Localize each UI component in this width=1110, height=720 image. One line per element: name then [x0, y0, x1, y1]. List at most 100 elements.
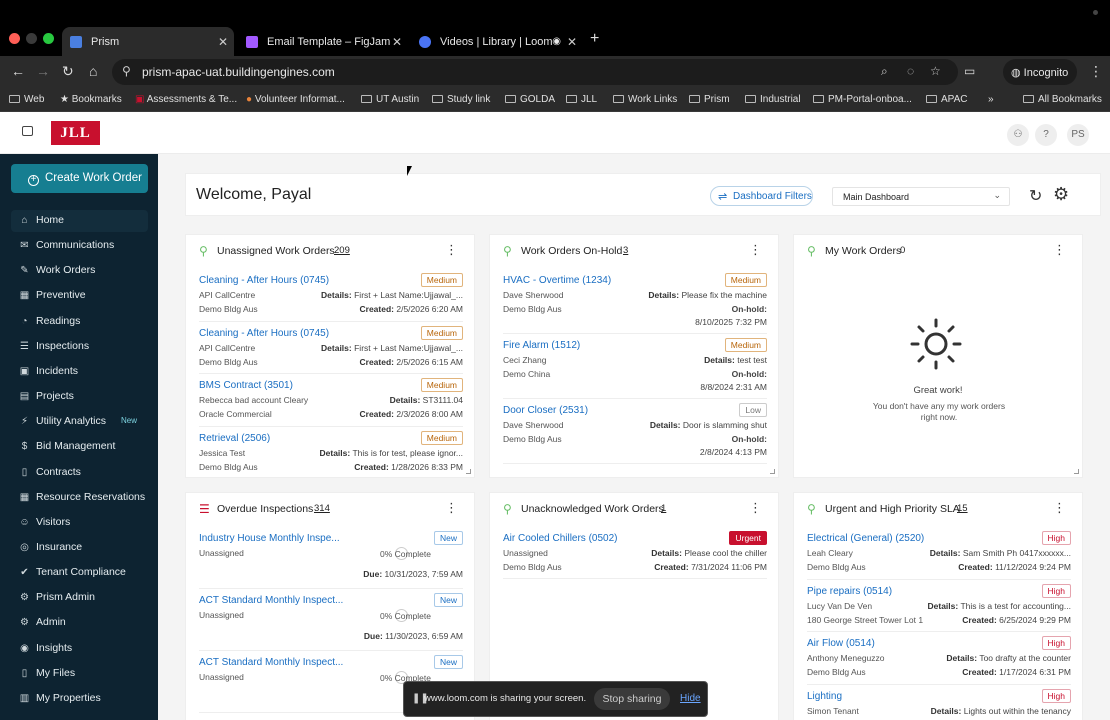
bookmark-jll[interactable]: JLL: [566, 94, 597, 105]
table-row[interactable]: HVAC - Overtime (1234) Medium Dave Sherwoo…: [503, 273, 767, 334]
close-tab-icon[interactable]: ✕: [567, 35, 577, 49]
card-menu-icon[interactable]: ⋮: [749, 242, 762, 258]
sidebar-item-resource-reservations[interactable]: ▦ Resource Reservations: [11, 487, 148, 509]
hide-button[interactable]: Hide: [680, 693, 701, 704]
sidebar-item-contracts[interactable]: ▯ Contracts: [11, 462, 148, 484]
bookmark-pm-portal[interactable]: PM-Portal-onboa...: [813, 94, 912, 105]
sidebar-item-insurance[interactable]: ◎ Insurance: [11, 537, 148, 559]
browser-menu-icon[interactable]: ⋮: [1089, 63, 1103, 80]
bookmark-assessments[interactable]: ▣ Assessments & Te...: [135, 94, 237, 105]
bookmark-work-links[interactable]: Work Links: [613, 94, 677, 105]
work-order-link[interactable]: ACT Standard Monthly Inspect...: [199, 657, 343, 668]
table-row[interactable]: Door Closer (2531) Low Dave Sherwood Demo B…: [503, 403, 767, 464]
work-order-link[interactable]: Industry House Monthly Inspe...: [199, 533, 340, 544]
bookmark-ut-austin[interactable]: UT Austin: [361, 94, 419, 105]
work-order-link[interactable]: Air Cooled Chillers (0502): [503, 533, 618, 544]
table-row[interactable]: ACT Standard Monthly Inspect... New Unassi…: [199, 593, 463, 651]
minimize-window-button[interactable]: [26, 33, 37, 44]
table-row[interactable]: Cleaning - After Hours (0745) Medium API C…: [199, 273, 463, 322]
work-order-link[interactable]: Electrical (General) (2520): [807, 533, 924, 544]
sidebar-item-bid-management[interactable]: $ Bid Management: [11, 436, 148, 458]
sidebar-item-home[interactable]: ⌂ Home: [11, 210, 148, 232]
sidebar-item-my-properties[interactable]: ▥ My Properties: [11, 688, 148, 710]
home-button[interactable]: ⌂: [89, 63, 97, 79]
work-order-link[interactable]: ACT Standard Monthly Inspect...: [199, 595, 343, 606]
card-count[interactable]: 1: [661, 503, 666, 514]
sidebar-item-admin[interactable]: ⚙ Admin: [11, 612, 148, 634]
sidebar-item-utility-analytics[interactable]: ⚡ Utility Analytics New: [11, 411, 148, 433]
sidebar-item-preventive[interactable]: ▦ Preventive: [11, 285, 148, 307]
sidebar-item-prism-admin[interactable]: ⚙ Prism Admin: [11, 587, 148, 609]
table-row[interactable]: Electrical (General) (2520) High Leah Clea…: [807, 531, 1071, 580]
maximize-window-button[interactable]: [43, 33, 54, 44]
work-order-link[interactable]: BMS Contract (3501): [199, 380, 293, 391]
cast-icon[interactable]: ▭: [964, 63, 975, 79]
settings-gear-icon[interactable]: ⚙: [1053, 184, 1069, 205]
table-row[interactable]: Air Flow (0514) High Anthony Meneguzzo Demo…: [807, 636, 1071, 685]
forward-button[interactable]: →: [36, 63, 50, 79]
close-window-button[interactable]: [9, 33, 20, 44]
card-count[interactable]: 3: [623, 245, 628, 256]
team-icon[interactable]: ⚇: [1007, 124, 1029, 146]
sidebar-item-tenant-compliance[interactable]: ✔ Tenant Compliance: [11, 562, 148, 584]
work-order-link[interactable]: Retrieval (2506): [199, 433, 270, 444]
bookmark-volunteer[interactable]: ● Volunteer Informat...: [246, 94, 345, 105]
resize-handle[interactable]: [466, 469, 471, 474]
table-row[interactable]: Industry House Monthly Inspe... New Unassi…: [199, 531, 463, 589]
sidebar-item-insights[interactable]: ◉ Insights: [11, 638, 148, 660]
card-menu-icon[interactable]: ⋮: [749, 500, 762, 516]
eye-off-icon[interactable]: ◌: [907, 64, 914, 78]
work-order-link[interactable]: HVAC - Overtime (1234): [503, 275, 611, 286]
table-row[interactable]: Retrieval (2506) Medium Jessica Test Demo B…: [199, 430, 463, 478]
sidebar-item-projects[interactable]: ▤ Projects: [11, 386, 148, 408]
work-order-link[interactable]: Air Flow (0514): [807, 638, 875, 649]
table-row[interactable]: Air Cooled Chillers (0502) Urgent Unassign…: [503, 531, 767, 579]
sidebar-item-incidents[interactable]: ▣ Incidents: [11, 361, 148, 383]
work-order-link[interactable]: Cleaning - After Hours (0745): [199, 275, 329, 286]
sidebar-toggle-icon[interactable]: [22, 126, 33, 136]
table-row[interactable]: BMS Contract (3501) Medium Rebecca bad acc…: [199, 378, 463, 427]
sidebar-item-visitors[interactable]: ☺ Visitors: [11, 512, 148, 534]
new-tab-button[interactable]: +: [590, 30, 599, 48]
table-row[interactable]: Cleaning - After Hours (0745) Medium API C…: [199, 325, 463, 374]
table-row[interactable]: Pipe repairs (0514) High Lucy Van De Ven 18…: [807, 583, 1071, 632]
create-work-order-button[interactable]: + Create Work Order: [11, 164, 148, 193]
work-order-link[interactable]: Door Closer (2531): [503, 405, 588, 416]
incognito-indicator[interactable]: ◍ Incognito: [1003, 59, 1077, 85]
stop-sharing-button[interactable]: Stop sharing: [594, 688, 670, 710]
sidebar-item-inspections[interactable]: ☰ Inspections: [11, 336, 148, 358]
sidebar-item-readings[interactable]: ◔ Readings: [11, 311, 148, 333]
reload-button[interactable]: ↻: [62, 63, 74, 79]
table-row[interactable]: Lighting High Simon Tenant Details: Lights …: [807, 688, 1071, 720]
tab-prism[interactable]: Prism ✕: [62, 27, 234, 56]
tab-figjam[interactable]: Email Template – FigJam ✕: [240, 27, 408, 56]
avatar[interactable]: PS: [1067, 124, 1089, 146]
card-menu-icon[interactable]: ⋮: [445, 242, 458, 258]
bookmark-bookmarks[interactable]: ★ Bookmarks: [60, 94, 122, 105]
refresh-icon[interactable]: ↻: [1029, 186, 1042, 206]
bookmark-web[interactable]: Web: [9, 94, 44, 105]
card-menu-icon[interactable]: ⋮: [445, 500, 458, 516]
resize-handle[interactable]: [770, 469, 775, 474]
address-bar[interactable]: ⚲ prism-apac-uat.buildingengines.com ⌕ ◌…: [112, 59, 958, 85]
sidebar-item-my-files[interactable]: ▯ My Files: [11, 663, 148, 685]
bookmark-apac[interactable]: APAC: [926, 94, 968, 105]
card-count[interactable]: 209: [334, 245, 350, 256]
site-info-icon[interactable]: ⚲: [122, 64, 131, 78]
table-row[interactable]: Fire Alarm (1512) Medium Ceci Zhang Demo Ch…: [503, 338, 767, 399]
bookmark-study-link[interactable]: Study link: [432, 94, 490, 105]
work-order-link[interactable]: Fire Alarm (1512): [503, 340, 580, 351]
work-order-link[interactable]: Lighting: [807, 691, 842, 702]
work-order-link[interactable]: Pipe repairs (0514): [807, 586, 892, 597]
star-icon[interactable]: ☆: [930, 64, 941, 78]
bookmark-all[interactable]: All Bookmarks: [1023, 94, 1102, 105]
work-order-link[interactable]: Cleaning - After Hours (0745): [199, 328, 329, 339]
card-count[interactable]: 314: [314, 503, 330, 514]
card-menu-icon[interactable]: ⋮: [1053, 242, 1066, 258]
bookmark-industrial[interactable]: Industrial: [745, 94, 801, 105]
bookmark-prism[interactable]: Prism: [689, 94, 730, 105]
card-menu-icon[interactable]: ⋮: [1053, 500, 1066, 516]
more-bookmarks-icon[interactable]: »: [988, 94, 994, 105]
sidebar-item-work-orders[interactable]: ✎ Work Orders: [11, 260, 148, 282]
resize-handle[interactable]: [1074, 469, 1079, 474]
